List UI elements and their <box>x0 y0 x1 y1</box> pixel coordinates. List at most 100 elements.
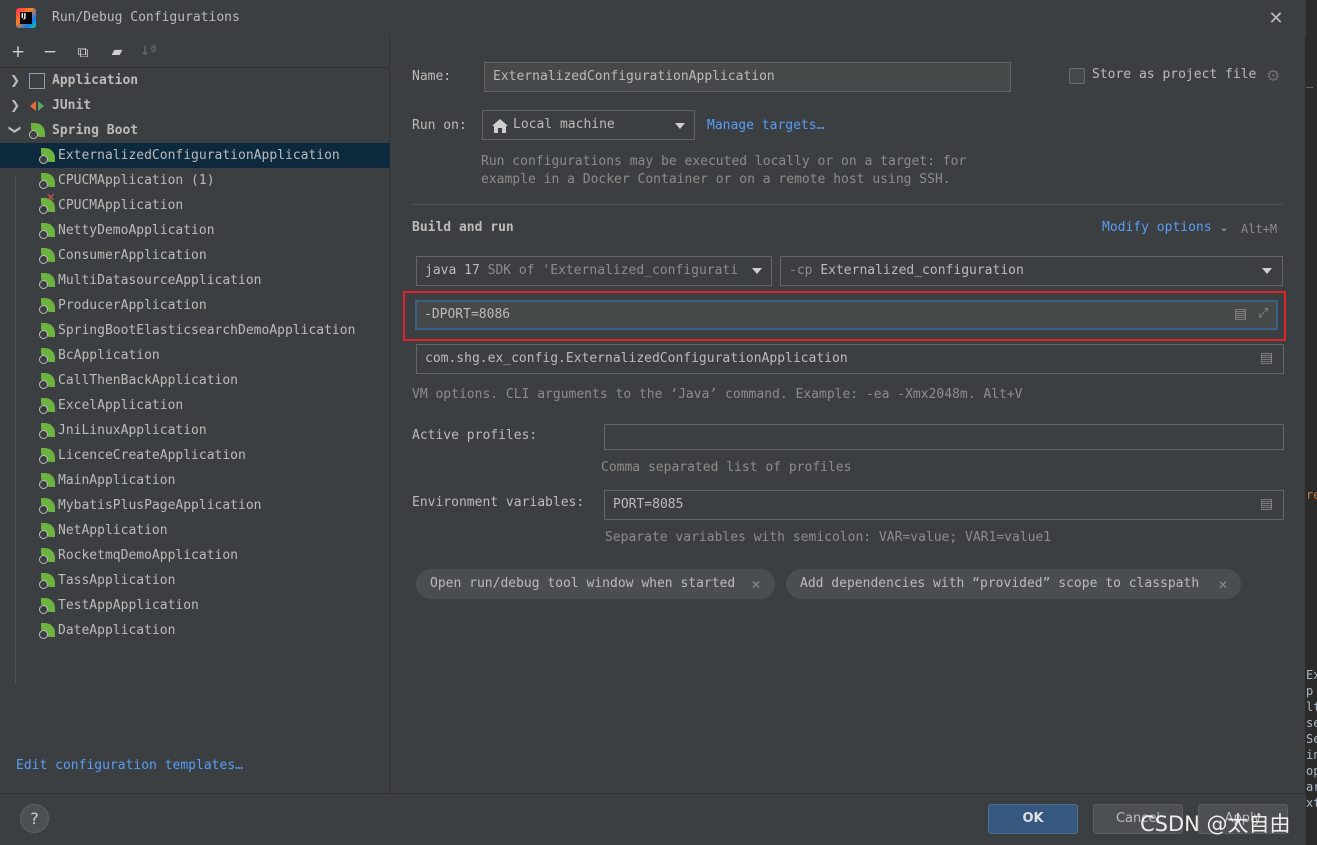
option-chip-provided-scope[interactable]: Add dependencies with “provided” scope t… <box>786 569 1241 599</box>
jdk-dropdown[interactable]: java 17 SDK of 'Externalized_configurati <box>416 256 772 286</box>
tree-item-config[interactable]: DateApplication <box>0 618 390 643</box>
tree-item-config[interactable]: NetApplication <box>0 518 390 543</box>
spring-boot-icon <box>39 248 55 264</box>
remove-icon[interactable]: − <box>39 41 61 63</box>
vm-options-value: -DPORT=8086 <box>424 307 511 322</box>
tree-item-config[interactable]: TestAppApplication <box>0 593 390 618</box>
spring-boot-icon <box>39 398 55 414</box>
chip-label: Open run/debug tool window when started <box>430 576 736 591</box>
active-profiles-input[interactable] <box>604 424 1284 450</box>
tree-item-label: LicenceCreateApplication <box>58 448 246 463</box>
tree-item-config[interactable]: MultiDatasourceApplication <box>0 268 390 293</box>
main-class-input[interactable]: com.shg.ex_config.ExternalizedConfigurat… <box>416 344 1284 374</box>
modify-options-label: Modify options <box>1102 220 1212 235</box>
tree-item-config[interactable]: BcApplication <box>0 343 390 368</box>
modify-options-link[interactable]: Modify options ⌄ <box>1102 220 1229 235</box>
vm-options-input[interactable]: -DPORT=8086 <box>415 300 1278 330</box>
jdk-version: java 17 <box>425 263 480 278</box>
tree-item-config[interactable]: SpringBootElasticsearchDemoApplication <box>0 318 390 343</box>
tree-item-label: DateApplication <box>58 623 176 638</box>
spring-boot-icon <box>39 373 55 389</box>
tree-item-label: BcApplication <box>58 348 160 363</box>
background-editor-strip: — re Ex p lt se Se in op ar xt <box>1306 0 1317 845</box>
store-as-project-checkbox[interactable] <box>1069 68 1085 84</box>
document-icon[interactable]: ▤ <box>1234 306 1247 322</box>
env-vars-input[interactable]: PORT=8085 <box>604 490 1284 520</box>
tree-item-config[interactable]: MybatisPlusPageApplication <box>0 493 390 518</box>
tree-item-config[interactable]: ConsumerApplication <box>0 243 390 268</box>
edit-templates-link[interactable]: Edit configuration templates… <box>16 758 243 773</box>
tree-item-label: ExcelApplication <box>58 398 184 413</box>
tree-item-label: NetApplication <box>58 523 168 538</box>
store-as-project-label[interactable]: Store as project file <box>1092 67 1256 82</box>
env-vars-label: Environment variables: <box>412 495 585 510</box>
tree-item-config[interactable]: ExternalizedConfigurationApplication <box>0 143 390 168</box>
expand-icon[interactable]: ⤢ <box>1258 306 1268 321</box>
section-divider <box>412 204 1283 205</box>
tree-group-junit[interactable]: ❯ JUnit <box>0 93 390 118</box>
ok-button[interactable]: OK <box>988 804 1078 834</box>
manage-targets-link[interactable]: Manage targets… <box>707 118 824 133</box>
close-icon[interactable]: ✕ <box>1266 9 1286 29</box>
chevron-right-icon[interactable]: ❯ <box>10 68 22 93</box>
tree-item-label: NettyDemoApplication <box>58 223 215 238</box>
classpath-module: Externalized_configuration <box>820 263 1024 278</box>
name-input[interactable]: ExternalizedConfigurationApplication <box>484 62 1011 92</box>
tree-item-config[interactable]: RocketmqDemoApplication <box>0 543 390 568</box>
tree-item-label: MainApplication <box>58 473 176 488</box>
document-icon[interactable]: ▤ <box>1260 496 1273 512</box>
spring-boot-icon <box>39 498 55 514</box>
folder-icon[interactable]: ▰ <box>106 41 128 63</box>
tree-item-label: CallThenBackApplication <box>58 373 239 388</box>
run-on-dropdown[interactable]: Local machine <box>482 110 695 140</box>
tree-group-label: Application <box>52 73 139 88</box>
spring-boot-icon <box>29 123 45 139</box>
spring-boot-icon <box>39 323 55 339</box>
tree-item-config[interactable]: ✕ CPUCMApplication <box>0 192 390 218</box>
gear-icon[interactable]: ⚙ <box>1266 66 1280 85</box>
tree-toolbar: + − ⧉ ▰ ↓ª <box>0 36 390 68</box>
tree-item-config[interactable]: MainApplication <box>0 468 390 493</box>
classpath-dropdown[interactable]: -cp Externalized_configuration <box>780 256 1283 286</box>
tree-item-config[interactable]: ExcelApplication <box>0 393 390 418</box>
tree-item-label: ExternalizedConfigurationApplication <box>58 148 340 163</box>
tree-group-spring-boot[interactable]: ❯ Spring Boot <box>0 118 390 143</box>
help-button[interactable]: ? <box>20 804 49 833</box>
copy-icon[interactable]: ⧉ <box>72 41 94 63</box>
spring-boot-icon <box>39 223 55 239</box>
chevron-right-icon[interactable]: ❯ <box>10 93 22 118</box>
application-icon <box>29 73 45 89</box>
spring-boot-icon <box>39 523 55 539</box>
tree-item-label: JniLinuxApplication <box>58 423 207 438</box>
active-profiles-hint: Comma separated list of profiles <box>601 460 852 475</box>
tree-item-config[interactable]: CallThenBackApplication <box>0 368 390 393</box>
close-icon[interactable]: ✕ <box>1218 570 1228 600</box>
close-icon[interactable]: ✕ <box>751 570 761 600</box>
tree-item-config[interactable]: ProducerApplication <box>0 293 390 318</box>
chip-label: Add dependencies with “provided” scope t… <box>800 576 1200 591</box>
chevron-down-icon[interactable]: ❯ <box>3 125 28 137</box>
tree-item-config[interactable]: JniLinuxApplication <box>0 418 390 443</box>
tree-group-application[interactable]: ❯ Application <box>0 68 390 93</box>
add-icon[interactable]: + <box>7 41 29 63</box>
run-on-label: Run on: <box>412 118 467 133</box>
active-profiles-label: Active profiles: <box>412 428 538 443</box>
spring-boot-icon <box>39 623 55 639</box>
document-icon[interactable]: ▤ <box>1260 350 1273 366</box>
sort-icon[interactable]: ↓ª <box>137 41 159 63</box>
tree-item-config[interactable]: TassApplication <box>0 568 390 593</box>
title-bar: IJ Run/Debug Configurations ✕ <box>0 0 1306 36</box>
option-chip-open-tool-window[interactable]: Open run/debug tool window when started … <box>416 569 775 599</box>
tree-item-label: SpringBootElasticsearchDemoApplication <box>58 323 356 338</box>
main-class-value: com.shg.ex_config.ExternalizedConfigurat… <box>425 351 848 366</box>
tree-item-label: CPUCMApplication (1) <box>58 173 215 188</box>
tree-item-config[interactable]: NettyDemoApplication <box>0 218 390 243</box>
run-on-value: Local machine <box>513 117 615 132</box>
spring-boot-icon <box>39 423 55 439</box>
config-tree-panel: + − ⧉ ▰ ↓ª ❯ Application ❯ JUnit ❯ Sprin… <box>0 36 390 793</box>
tree-item-config[interactable]: LicenceCreateApplication <box>0 443 390 468</box>
tree-item-config[interactable]: CPUCMApplication (1) <box>0 168 390 193</box>
tree-item-label: ConsumerApplication <box>58 248 207 263</box>
classpath-prefix: -cp <box>789 263 813 278</box>
chevron-down-icon <box>675 123 685 129</box>
